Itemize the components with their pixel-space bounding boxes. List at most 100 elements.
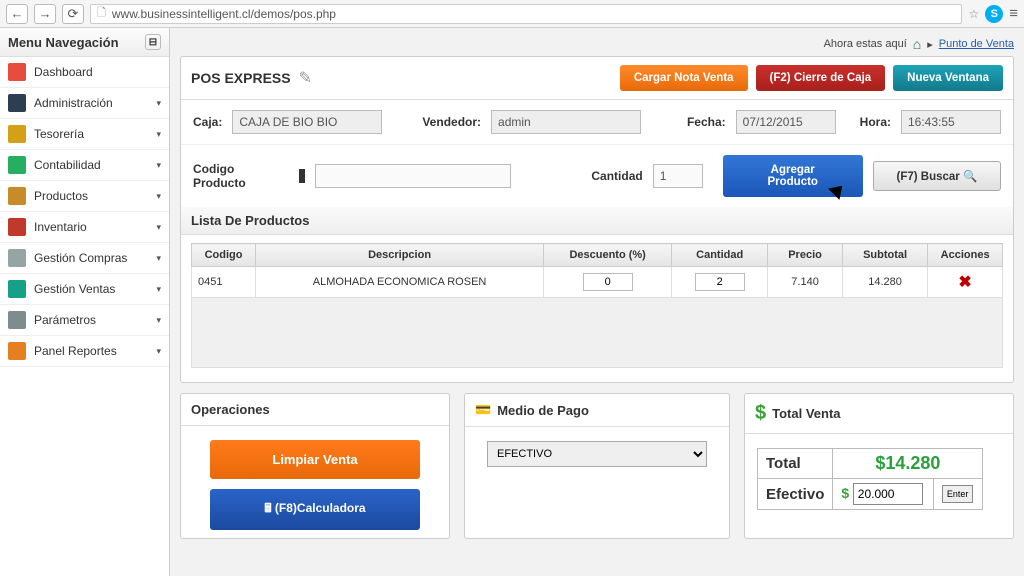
hora-label: Hora: [860, 115, 891, 129]
breadcrumb-link[interactable]: Punto de Venta [939, 38, 1014, 50]
medio-pago-select[interactable]: EFECTIVO [487, 441, 707, 467]
skype-icon[interactable]: S [985, 5, 1003, 23]
caja-label: Caja: [193, 115, 222, 129]
url-bar[interactable]: 🗋 www.businessintelligent.cl/demos/pos.p… [90, 4, 962, 24]
fecha-field [736, 110, 836, 134]
delete-row-button[interactable]: ✖ [958, 274, 971, 291]
sidebar-item-tesorería[interactable]: Tesorería ▾ [0, 119, 169, 150]
nav-forward-button[interactable]: → [34, 4, 56, 24]
chevron-down-icon: ▾ [156, 253, 161, 264]
products-section-title: Lista De Productos [181, 207, 1013, 235]
products-table: Codigo Descripcion Descuento (%) Cantida… [191, 243, 1003, 298]
pos-panel: POS EXPRESS ✎ Cargar Nota Venta (F2) Cie… [180, 56, 1014, 383]
chevron-down-icon: ▾ [156, 284, 161, 295]
page-title: POS EXPRESS [191, 70, 291, 86]
sidebar-collapse-button[interactable]: ⊟ [145, 34, 161, 50]
sidebar-item-administración[interactable]: Administración ▾ [0, 88, 169, 119]
discount-input[interactable] [583, 273, 633, 291]
sidebar-item-dashboard[interactable]: Dashboard [0, 57, 169, 88]
total-venta-title: Total Venta [772, 406, 840, 421]
efectivo-input[interactable] [853, 483, 923, 505]
chevron-down-icon: ▾ [156, 346, 161, 357]
sidebar-icon [8, 94, 26, 112]
sidebar-item-label: Parámetros [34, 313, 96, 327]
main-content: Ahora estas aquí ⌂ ▸ Punto de Venta POS … [170, 28, 1024, 576]
total-table: Total $14.280 Efectivo $ Enter [757, 448, 983, 510]
limpiar-venta-button[interactable]: Limpiar Venta [210, 440, 420, 479]
fecha-label: Fecha: [687, 115, 726, 129]
calculadora-button[interactable]: 🖩 (F8)Calculadora [210, 489, 420, 530]
sidebar-icon [8, 156, 26, 174]
sidebar-item-label: Tesorería [34, 127, 84, 141]
operaciones-block: Operaciones Limpiar Venta 🖩 (F8)Calculad… [180, 393, 450, 539]
sidebar-header: Menu Navegación ⊟ [0, 28, 169, 57]
sidebar-item-label: Administración [34, 96, 113, 110]
sidebar-item-label: Dashboard [34, 65, 93, 79]
cantidad-label: Cantidad [591, 169, 642, 183]
nueva-ventana-button[interactable]: Nueva Ventana [893, 65, 1003, 91]
sidebar-item-contabilidad[interactable]: Contabilidad ▾ [0, 150, 169, 181]
sidebar-icon [8, 311, 26, 329]
home-icon[interactable]: ⌂ [913, 36, 921, 52]
cell-codigo: 0451 [192, 267, 256, 298]
qty-input[interactable] [695, 273, 745, 291]
chevron-down-icon: ▾ [156, 222, 161, 233]
cell-desc: ALMOHADA ECONOMICA ROSEN [256, 267, 544, 298]
sidebar-item-parámetros[interactable]: Parámetros ▾ [0, 305, 169, 336]
url-text: www.businessintelligent.cl/demos/pos.php [112, 7, 336, 21]
chevron-down-icon: ▾ [156, 129, 161, 140]
codigo-input[interactable] [315, 164, 512, 188]
payment-icon: 💳 [475, 402, 491, 418]
caja-field [232, 110, 382, 134]
table-row: 0451 ALMOHADA ECONOMICA ROSEN 7.140 14.2… [192, 267, 1003, 298]
th-price: Precio [768, 244, 843, 267]
th-subtotal: Subtotal [842, 244, 927, 267]
cantidad-input[interactable] [653, 164, 703, 188]
nav-reload-button[interactable]: ⟳ [62, 4, 84, 24]
sidebar-item-label: Productos [34, 189, 88, 203]
sidebar-item-inventario[interactable]: Inventario ▾ [0, 212, 169, 243]
hora-field [901, 110, 1001, 134]
agregar-producto-button[interactable]: Agregar Producto [723, 155, 863, 197]
sidebar-icon [8, 187, 26, 205]
sidebar-item-gestión-compras[interactable]: Gestión Compras ▾ [0, 243, 169, 274]
medio-pago-block: 💳 Medio de Pago EFECTIVO [464, 393, 730, 539]
enter-button[interactable]: Enter [942, 485, 974, 503]
chevron-down-icon: ▾ [156, 160, 161, 171]
sidebar-icon [8, 63, 26, 81]
cargar-nota-button[interactable]: Cargar Nota Venta [620, 65, 748, 91]
sidebar-icon [8, 249, 26, 267]
medio-pago-title: Medio de Pago [497, 403, 589, 418]
total-value: $14.280 [833, 449, 983, 479]
buscar-button[interactable]: (F7) Buscar 🔍 [873, 161, 1001, 191]
sidebar-item-productos[interactable]: Productos ▾ [0, 181, 169, 212]
nav-back-button[interactable]: ← [6, 4, 28, 24]
barcode-icon [299, 169, 305, 183]
total-label: Total [758, 449, 833, 479]
cell-price: 7.140 [768, 267, 843, 298]
sidebar: Menu Navegación ⊟ Dashboard Administraci… [0, 28, 170, 576]
efectivo-label: Efectivo [758, 479, 833, 510]
sidebar-icon [8, 125, 26, 143]
sidebar-item-label: Gestión Ventas [34, 282, 115, 296]
th-qty: Cantidad [672, 244, 768, 267]
sidebar-item-panel-reportes[interactable]: Panel Reportes ▾ [0, 336, 169, 367]
cierre-caja-button[interactable]: (F2) Cierre de Caja [756, 65, 886, 91]
sidebar-item-gestión-ventas[interactable]: Gestión Ventas ▾ [0, 274, 169, 305]
dollar-small-icon: $ [841, 485, 849, 501]
th-desc: Descripcion [256, 244, 544, 267]
browser-toolbar: ← → ⟳ 🗋 www.businessintelligent.cl/demos… [0, 0, 1024, 28]
breadcrumb-prefix: Ahora estas aquí [824, 38, 907, 50]
chevron-down-icon: ▾ [156, 315, 161, 326]
sidebar-icon [8, 280, 26, 298]
breadcrumb: Ahora estas aquí ⌂ ▸ Punto de Venta [180, 36, 1014, 52]
star-icon[interactable]: ☆ [968, 7, 979, 21]
menu-icon[interactable]: ≡ [1009, 5, 1018, 22]
operaciones-title: Operaciones [181, 394, 449, 426]
th-actions: Acciones [928, 244, 1003, 267]
chevron-down-icon: ▾ [156, 98, 161, 109]
th-codigo: Codigo [192, 244, 256, 267]
globe-icon: 🗋 [97, 4, 106, 23]
cell-subtotal: 14.280 [842, 267, 927, 298]
sidebar-item-label: Panel Reportes [34, 344, 117, 358]
